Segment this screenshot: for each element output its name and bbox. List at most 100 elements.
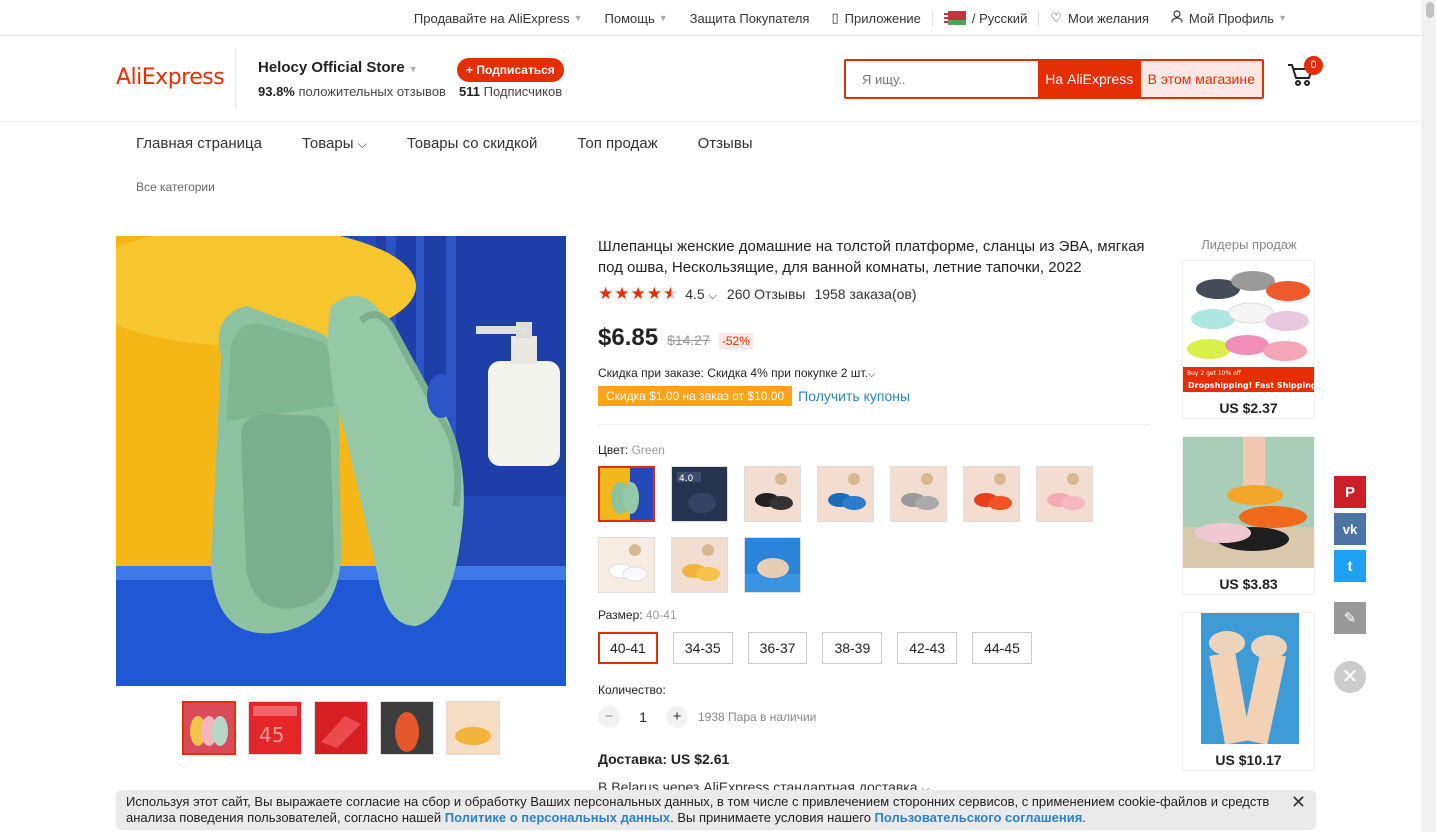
product-title: Шлепанцы женские домашние на толстой пла… — [598, 238, 1145, 276]
rating-value[interactable]: 4.5 ⌵ — [685, 286, 717, 303]
sell-on-aliexpress-link[interactable]: Продавайте на AliExpress ▼ — [403, 0, 594, 36]
close-icon[interactable]: ✕ — [1291, 793, 1306, 811]
nav-reviews[interactable]: Отзывы — [698, 135, 753, 152]
discount-badge: -52% — [718, 333, 753, 349]
cart-button[interactable]: 0 — [1286, 56, 1323, 93]
swatch-orange[interactable] — [963, 466, 1020, 522]
cart-count-badge: 0 — [1304, 56, 1323, 75]
store-name[interactable]: Helocy Official Store ▼ — [258, 59, 418, 76]
nav-top-sellers[interactable]: Топ продаж — [577, 135, 657, 152]
swatch-yellow[interactable] — [671, 537, 728, 593]
buyer-protection-link[interactable]: Защита Покупателя — [679, 0, 821, 36]
size-option[interactable]: 40-41 — [598, 632, 658, 664]
swatch-grey[interactable] — [890, 466, 947, 522]
twitter-icon: t — [1347, 557, 1353, 575]
close-share-button[interactable]: ✕ — [1334, 661, 1366, 693]
help-menu[interactable]: Помощь ▼ — [594, 0, 679, 36]
swatch-beige[interactable] — [744, 537, 801, 593]
bestseller-price: US $2.37 — [1219, 400, 1278, 416]
swatch-green[interactable] — [598, 466, 655, 522]
decrease-quantity-button[interactable]: − — [598, 706, 620, 728]
swatch-black[interactable] — [744, 466, 801, 522]
subscribe-button[interactable]: + Подписаться — [457, 58, 564, 82]
reviews-count[interactable]: 260 Отзывы — [727, 286, 806, 302]
aliexpress-logo[interactable]: AliExpress — [116, 65, 225, 90]
bestseller-card[interactable]: US $3.83 — [1182, 436, 1315, 595]
language-selector[interactable]: / Русский — [933, 0, 1038, 36]
chevron-down-icon: ⌵ — [708, 289, 717, 302]
search-aliexpress-button[interactable]: На AliExpress — [1038, 61, 1141, 97]
search-input[interactable] — [846, 61, 1038, 97]
followers-count: 511 Подписчиков — [459, 84, 563, 99]
heart-icon: ♡ — [1050, 10, 1062, 25]
edit-button[interactable]: ✎ — [1334, 602, 1366, 634]
product-main-image[interactable] — [116, 236, 566, 686]
swatch-pink[interactable] — [1036, 466, 1093, 522]
size-option[interactable]: 42-43 — [897, 632, 958, 664]
size-option[interactable]: 34-35 — [672, 632, 733, 664]
bestseller-banner-top: Buy 2 get 10% off — [1187, 370, 1242, 377]
all-categories-link[interactable]: Все категории — [136, 180, 215, 194]
nav-home[interactable]: Главная страница — [136, 135, 262, 152]
size-option[interactable]: 36-37 — [747, 632, 808, 664]
divider — [598, 424, 1150, 425]
svg-text:45: 45 — [259, 723, 284, 747]
thumbnail-5[interactable] — [446, 701, 500, 755]
scrollbar-thumb[interactable] — [1426, 2, 1434, 18]
wishlist-link[interactable]: ♡ Мои желания — [1039, 0, 1160, 36]
chevron-down-icon: ⌵ — [357, 136, 367, 151]
store-rating: 93.8% положительных отзывов — [258, 84, 446, 99]
rating-row: ★★★★★ 4.5 ⌵ 260 Отзывы 1958 заказа(ов) — [598, 284, 917, 304]
user-icon — [1171, 10, 1183, 26]
quantity-value[interactable]: 1 — [628, 709, 658, 725]
chevron-down-icon: ▼ — [1278, 13, 1287, 23]
profile-menu[interactable]: Мой Профиль ▼ — [1160, 0, 1298, 36]
orders-count: 1958 заказа(ов) — [814, 286, 917, 302]
get-coupons-link[interactable]: Получить купоны — [798, 388, 910, 404]
twitter-share-button[interactable]: t — [1334, 550, 1366, 582]
top-utility-bar: Продавайте на AliExpress ▼ Помощь ▼ Защита… — [0, 0, 1422, 36]
privacy-policy-link[interactable]: Политике о персональных данных — [445, 810, 670, 825]
shipping-price: Доставка: US $2.61 — [598, 751, 730, 767]
size-option[interactable]: 44-45 — [972, 632, 1032, 664]
pinterest-icon: P — [1344, 483, 1355, 501]
order-discount[interactable]: Скидка при заказе: Скидка 4% при покупке… — [598, 366, 876, 380]
original-price: $14.27 — [667, 332, 710, 348]
quantity-label: Количество: — [598, 683, 666, 697]
nav-sale[interactable]: Товары со скидкой — [407, 135, 538, 152]
current-price: $6.85 — [598, 324, 659, 351]
thumbnail-4[interactable] — [380, 701, 434, 755]
coupon-row: Скидка $1.00 на заказ от $10.00 Получить… — [598, 386, 910, 406]
page-scrollbar[interactable] — [1422, 0, 1436, 832]
thumbnail-1[interactable] — [182, 701, 236, 755]
thumbnail-2[interactable]: 45 — [248, 701, 302, 755]
chevron-down-icon: ▼ — [658, 13, 668, 23]
pinterest-share-button[interactable]: P — [1334, 476, 1366, 508]
search-bar: На AliExpress В этом магазине — [844, 59, 1264, 99]
star-rating-icon: ★★★★★ — [598, 284, 680, 303]
swatch-navy[interactable]: 4.0 — [671, 466, 728, 522]
store-nav: Главная страница Товары ⌵ Товары со скид… — [136, 122, 753, 164]
app-link[interactable]: ▯ Приложение — [820, 0, 931, 36]
swatch-white[interactable] — [598, 537, 655, 593]
phone-icon: ▯ — [831, 10, 839, 25]
cookie-banner: Используя этот сайт, Вы выражаете соглас… — [116, 790, 1316, 830]
vk-share-button[interactable]: vk — [1334, 513, 1366, 545]
svg-text:4.0: 4.0 — [679, 474, 694, 484]
close-icon: ✕ — [1341, 666, 1359, 688]
color-swatches: 4.0 — [598, 466, 1098, 593]
user-agreement-link[interactable]: Пользовательского соглашения — [875, 810, 1083, 825]
bestseller-card[interactable]: Buy 2 get 10% off Dropshipping! Fast Shi… — [1182, 260, 1315, 419]
bestseller-price: US $3.83 — [1219, 576, 1278, 592]
bestseller-image — [1183, 437, 1314, 568]
nav-products[interactable]: Товары ⌵ — [302, 135, 367, 152]
thumbnail-3[interactable] — [314, 701, 368, 755]
increase-quantity-button[interactable]: + — [666, 706, 688, 728]
size-label: Размер: 40-41 — [598, 608, 677, 622]
size-option[interactable]: 38-39 — [822, 632, 883, 664]
chevron-down-icon: ▼ — [573, 13, 583, 23]
bestseller-price: US $10.17 — [1215, 752, 1282, 768]
bestseller-card[interactable]: US $10.17 — [1182, 612, 1315, 771]
swatch-blue[interactable] — [817, 466, 874, 522]
search-store-button[interactable]: В этом магазине — [1140, 61, 1262, 97]
